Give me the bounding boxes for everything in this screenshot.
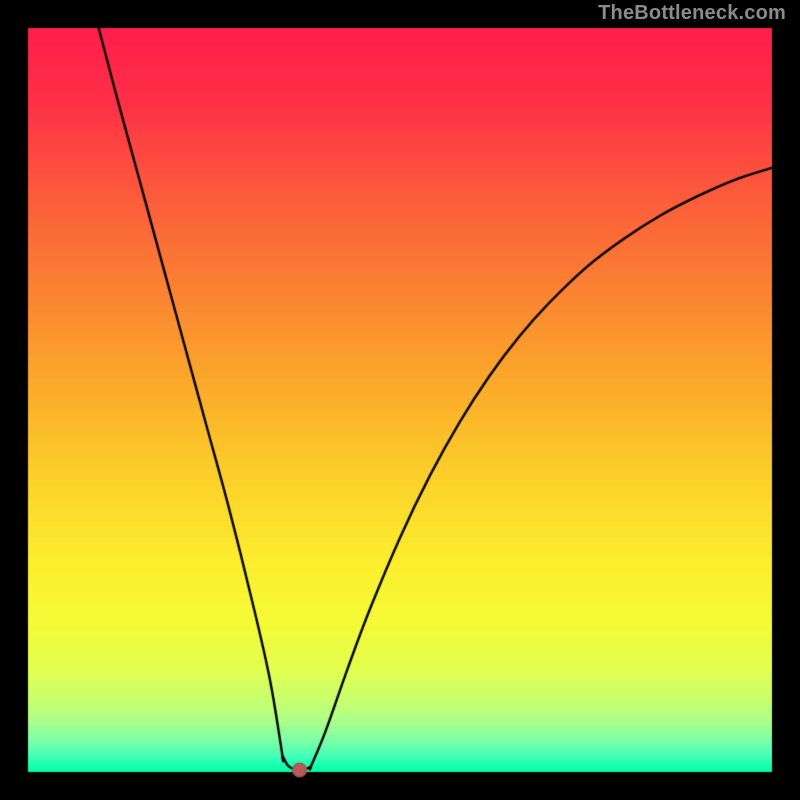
- chart-root: TheBottleneck.com: [0, 0, 800, 800]
- watermark-label: TheBottleneck.com: [598, 2, 786, 25]
- chart-canvas: [0, 0, 800, 800]
